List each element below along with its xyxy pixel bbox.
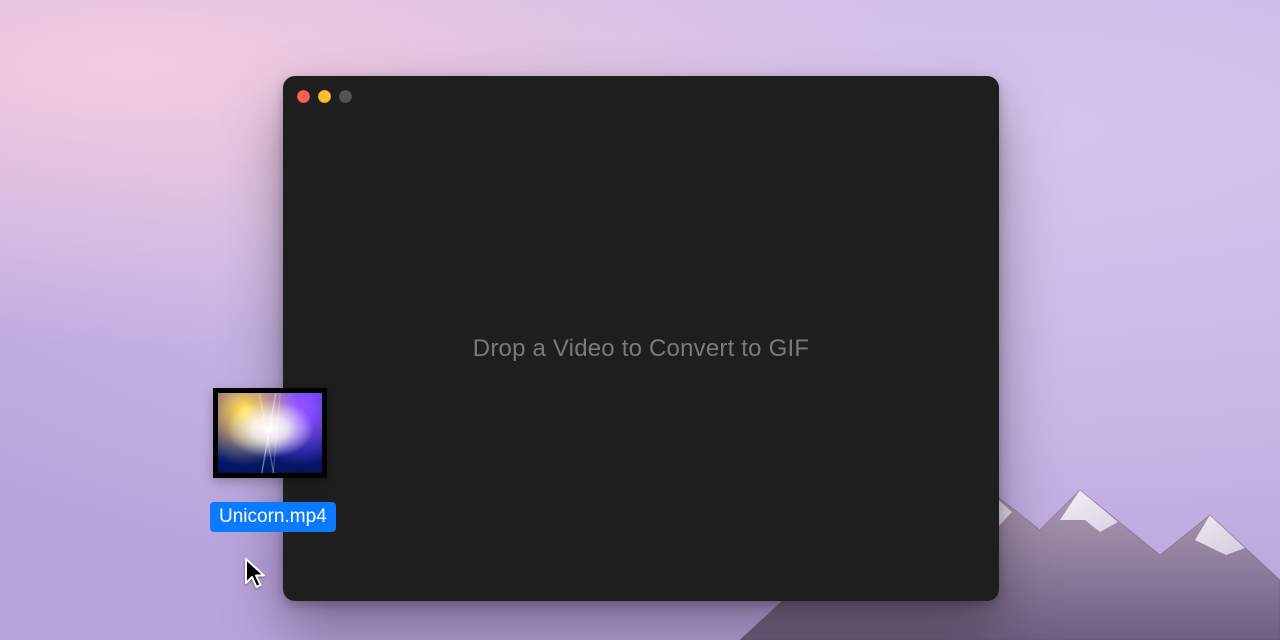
thumbnail-image-icon — [218, 393, 322, 473]
window-minimize-button[interactable] — [318, 90, 331, 103]
dropzone-hint-text: Drop a Video to Convert to GIF — [473, 335, 809, 363]
window-zoom-button[interactable] — [339, 90, 352, 103]
window-close-button[interactable] — [297, 90, 310, 103]
cursor-icon — [244, 557, 268, 591]
converter-window[interactable]: Drop a Video to Convert to GIF — [283, 76, 999, 601]
desktop-wallpaper: Drop a Video to Convert to GIF Unicorn.m… — [0, 0, 1280, 640]
file-name-label: Unicorn.mp4 — [210, 502, 336, 532]
file-thumbnail — [213, 388, 327, 478]
window-titlebar[interactable] — [283, 76, 999, 116]
dragged-file[interactable]: Unicorn.mp4 — [210, 388, 330, 532]
video-dropzone[interactable]: Drop a Video to Convert to GIF — [283, 116, 999, 601]
